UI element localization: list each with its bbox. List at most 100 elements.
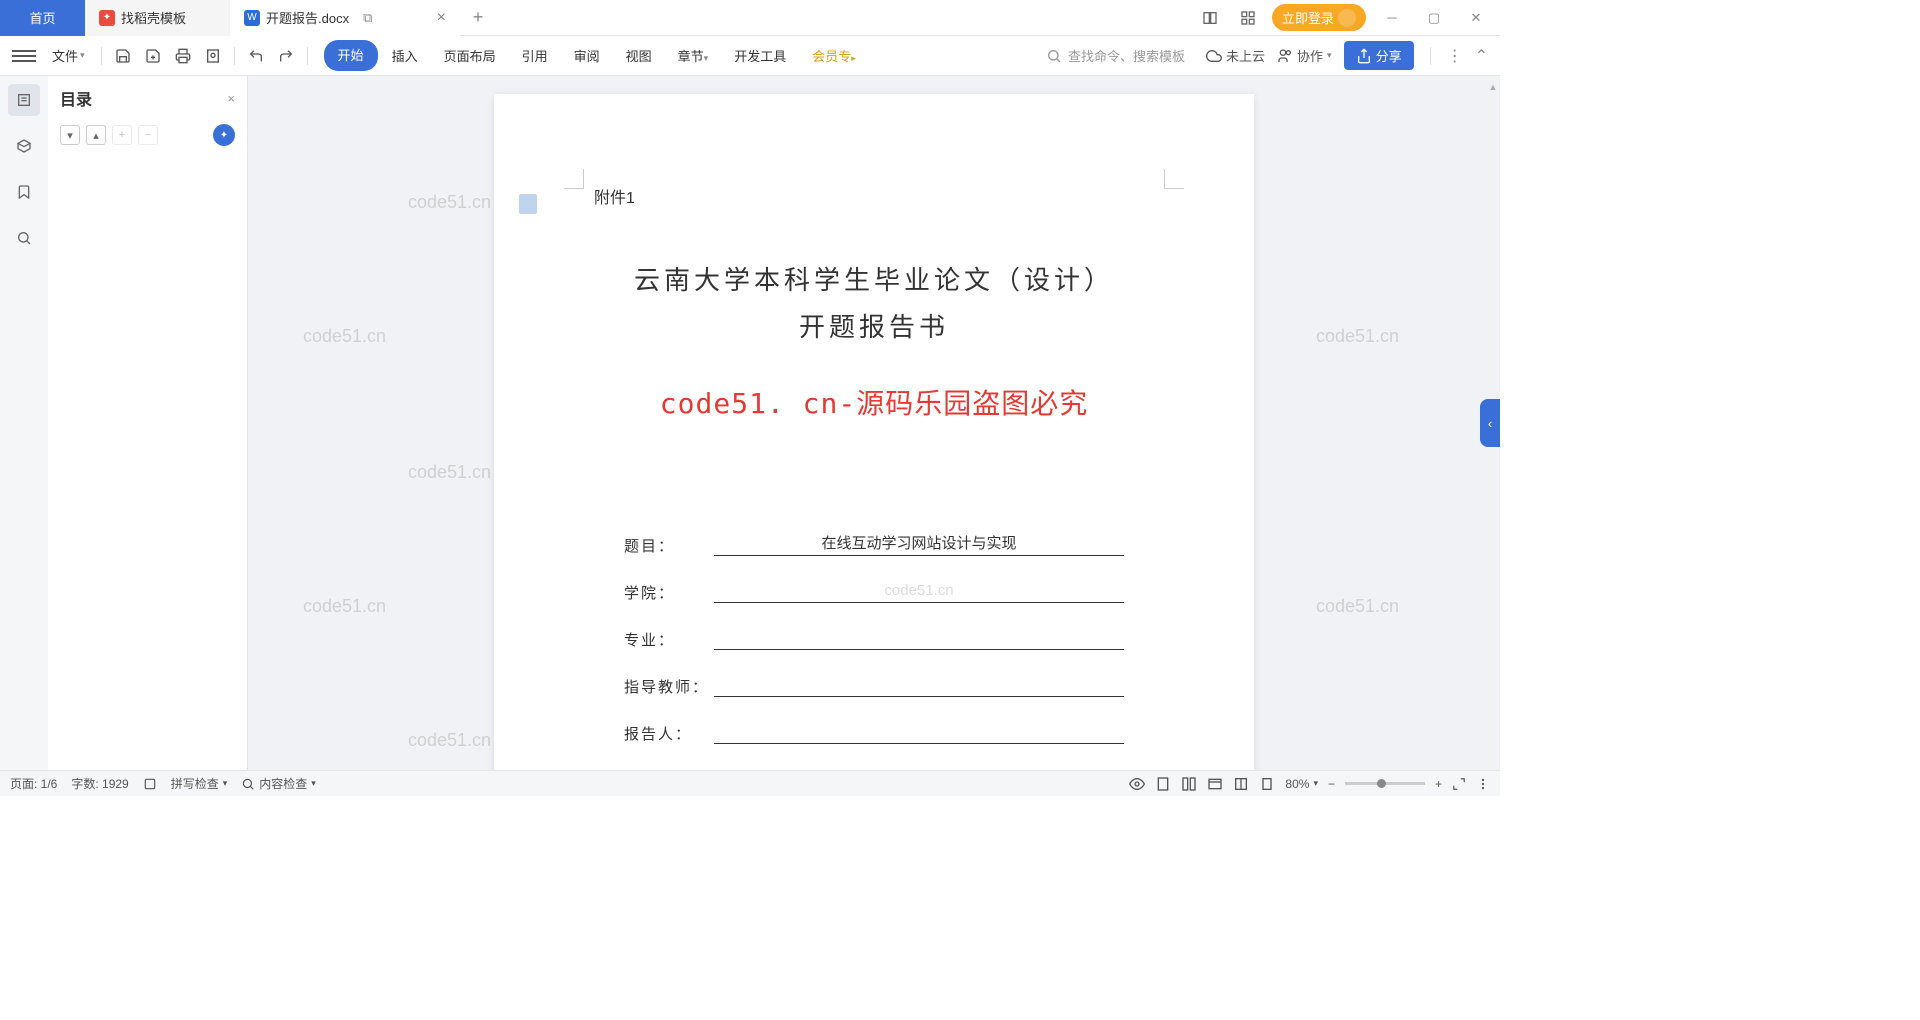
- toc-ai-icon[interactable]: ✦: [213, 124, 235, 146]
- reporter-value[interactable]: [714, 724, 1124, 744]
- toc-remove-icon[interactable]: −: [138, 125, 158, 145]
- print-icon[interactable]: [170, 43, 196, 69]
- share-label: 分享: [1376, 46, 1402, 65]
- zoom-out-button[interactable]: −: [1328, 777, 1335, 791]
- separator: [307, 47, 308, 65]
- redo-icon[interactable]: [273, 43, 299, 69]
- sidebar-search-icon[interactable]: [8, 222, 40, 254]
- tab-chapter[interactable]: 章节▾: [666, 40, 721, 71]
- canvas[interactable]: code51.cn code51.cn code51.cn code51.cn …: [248, 76, 1500, 770]
- close-button[interactable]: ✕: [1460, 4, 1492, 32]
- advisor-value[interactable]: [714, 677, 1124, 697]
- eye-icon[interactable]: [1129, 776, 1145, 792]
- words-label: 字数: 1929: [71, 775, 128, 792]
- content-check-button[interactable]: 内容检查▾: [241, 775, 316, 792]
- cloud-label: 未上云: [1226, 46, 1265, 65]
- add-tab-button[interactable]: +: [460, 7, 496, 28]
- titlebar: 首页 ✦ 找稻壳模板 W 开题报告.docx ⧉ × + 立即登录 ─ ▢ ✕: [0, 0, 1500, 36]
- settings-icon[interactable]: [1476, 777, 1490, 791]
- tab-review-label: 审阅: [574, 49, 600, 64]
- tab-insert[interactable]: 插入: [380, 40, 430, 71]
- zoom-thumb[interactable]: [1377, 779, 1386, 788]
- sidebar-box-icon[interactable]: [8, 130, 40, 162]
- toc-close-icon[interactable]: ×: [227, 91, 235, 106]
- document-tab[interactable]: W 开题报告.docx ⧉ ×: [230, 0, 460, 36]
- spell-toggle[interactable]: [143, 777, 157, 791]
- undo-icon[interactable]: [243, 43, 269, 69]
- tab-review[interactable]: 审阅: [562, 40, 612, 71]
- tab-start[interactable]: 开始: [324, 40, 378, 71]
- collapse-ribbon-icon[interactable]: ⌃: [1475, 46, 1488, 66]
- ribbon-tabs: 开始 插入 页面布局 引用 审阅 视图 章节▾ 开发工具 会员专▸: [324, 40, 868, 71]
- tab-reference-label: 引用: [522, 49, 548, 64]
- collab-icon: [1277, 48, 1293, 64]
- zoom-fit-icon[interactable]: [1259, 776, 1275, 792]
- topic-label: 题目：: [624, 535, 714, 556]
- zoom-in-button[interactable]: +: [1435, 777, 1442, 791]
- collab-label: 协作: [1297, 46, 1323, 65]
- more-icon[interactable]: ⋮: [1447, 46, 1463, 66]
- toc-add-icon[interactable]: +: [112, 125, 132, 145]
- spellcheck-button[interactable]: 拼写检查▾: [171, 775, 228, 792]
- tab-layout[interactable]: 页面布局: [432, 40, 508, 71]
- menu-icon[interactable]: [12, 44, 36, 68]
- college-value[interactable]: code51.cn: [714, 582, 1124, 603]
- separator: [234, 47, 235, 65]
- file-menu[interactable]: 文件 ▾: [44, 42, 93, 69]
- view-page-icon[interactable]: [1155, 776, 1171, 792]
- tab-view[interactable]: 视图: [614, 40, 664, 71]
- page-indicator[interactable]: 页面: 1/6: [10, 775, 57, 792]
- cloud-button[interactable]: 未上云: [1206, 46, 1265, 65]
- view-read-icon[interactable]: [1233, 776, 1249, 792]
- word-count[interactable]: 字数: 1929: [71, 775, 128, 792]
- fullscreen-icon[interactable]: [1452, 777, 1466, 791]
- document-page[interactable]: 附件1 云南大学本科学生毕业论文（设计） 开题报告书 code51. cn-源码…: [494, 94, 1254, 770]
- vertical-scrollbar[interactable]: ▲: [1488, 82, 1498, 94]
- crop-mark-icon: [1164, 169, 1184, 189]
- watermark: code51.cn: [408, 462, 491, 483]
- login-button[interactable]: 立即登录: [1272, 4, 1366, 31]
- tab-insert-label: 插入: [392, 49, 418, 64]
- home-tab[interactable]: 首页: [0, 0, 85, 36]
- tab-reference[interactable]: 引用: [510, 40, 560, 71]
- search-box[interactable]: 查找命令、搜索模板: [1037, 41, 1194, 70]
- right-panel-handle[interactable]: ‹: [1480, 399, 1500, 447]
- document-title-line1: 云南大学本科学生毕业论文（设计）: [564, 258, 1184, 305]
- maximize-button[interactable]: ▢: [1418, 4, 1450, 32]
- tab-member[interactable]: 会员专▸: [800, 40, 868, 71]
- scroll-up-icon[interactable]: ▲: [1488, 82, 1498, 94]
- tab-devtools[interactable]: 开发工具: [722, 40, 798, 71]
- share-button[interactable]: 分享: [1344, 41, 1414, 70]
- status-right: 80%▾ − +: [1129, 776, 1490, 792]
- zoom-slider[interactable]: [1345, 782, 1425, 785]
- content-check-label: 内容检查: [259, 775, 307, 792]
- detach-icon[interactable]: ⧉: [363, 10, 372, 26]
- save-as-icon[interactable]: [140, 43, 166, 69]
- minimize-button[interactable]: ─: [1376, 4, 1408, 32]
- spellcheck-label: 拼写检查: [171, 775, 219, 792]
- toc-expand-icon[interactable]: ▴: [86, 125, 106, 145]
- zoom-level[interactable]: 80%▾: [1285, 777, 1318, 791]
- template-tab[interactable]: ✦ 找稻壳模板: [85, 0, 230, 36]
- save-icon[interactable]: [110, 43, 136, 69]
- search-icon: [1046, 48, 1062, 64]
- separator: [101, 47, 102, 65]
- preview-icon[interactable]: [200, 43, 226, 69]
- sidebar-bookmark-icon[interactable]: [8, 176, 40, 208]
- advisor-label: 指导教师：: [624, 676, 714, 697]
- tab-close-icon[interactable]: ×: [437, 9, 446, 27]
- topic-value[interactable]: 在线互动学习网站设计与实现: [714, 532, 1124, 556]
- toc-collapse-icon[interactable]: ▾: [60, 125, 80, 145]
- view-outline-icon[interactable]: [1181, 776, 1197, 792]
- view-web-icon[interactable]: [1207, 776, 1223, 792]
- layout-icon[interactable]: [1196, 4, 1224, 32]
- share-icon: [1356, 48, 1372, 64]
- tab-devtools-label: 开发工具: [734, 49, 786, 64]
- sidebar-toc-icon[interactable]: [8, 84, 40, 116]
- titlebar-right: 立即登录 ─ ▢ ✕: [1196, 4, 1500, 32]
- watermark: code51.cn: [303, 596, 386, 617]
- collab-button[interactable]: 协作 ▾: [1277, 46, 1332, 65]
- page-marker-icon: [519, 194, 537, 214]
- major-value[interactable]: [714, 630, 1124, 650]
- apps-icon[interactable]: [1234, 4, 1262, 32]
